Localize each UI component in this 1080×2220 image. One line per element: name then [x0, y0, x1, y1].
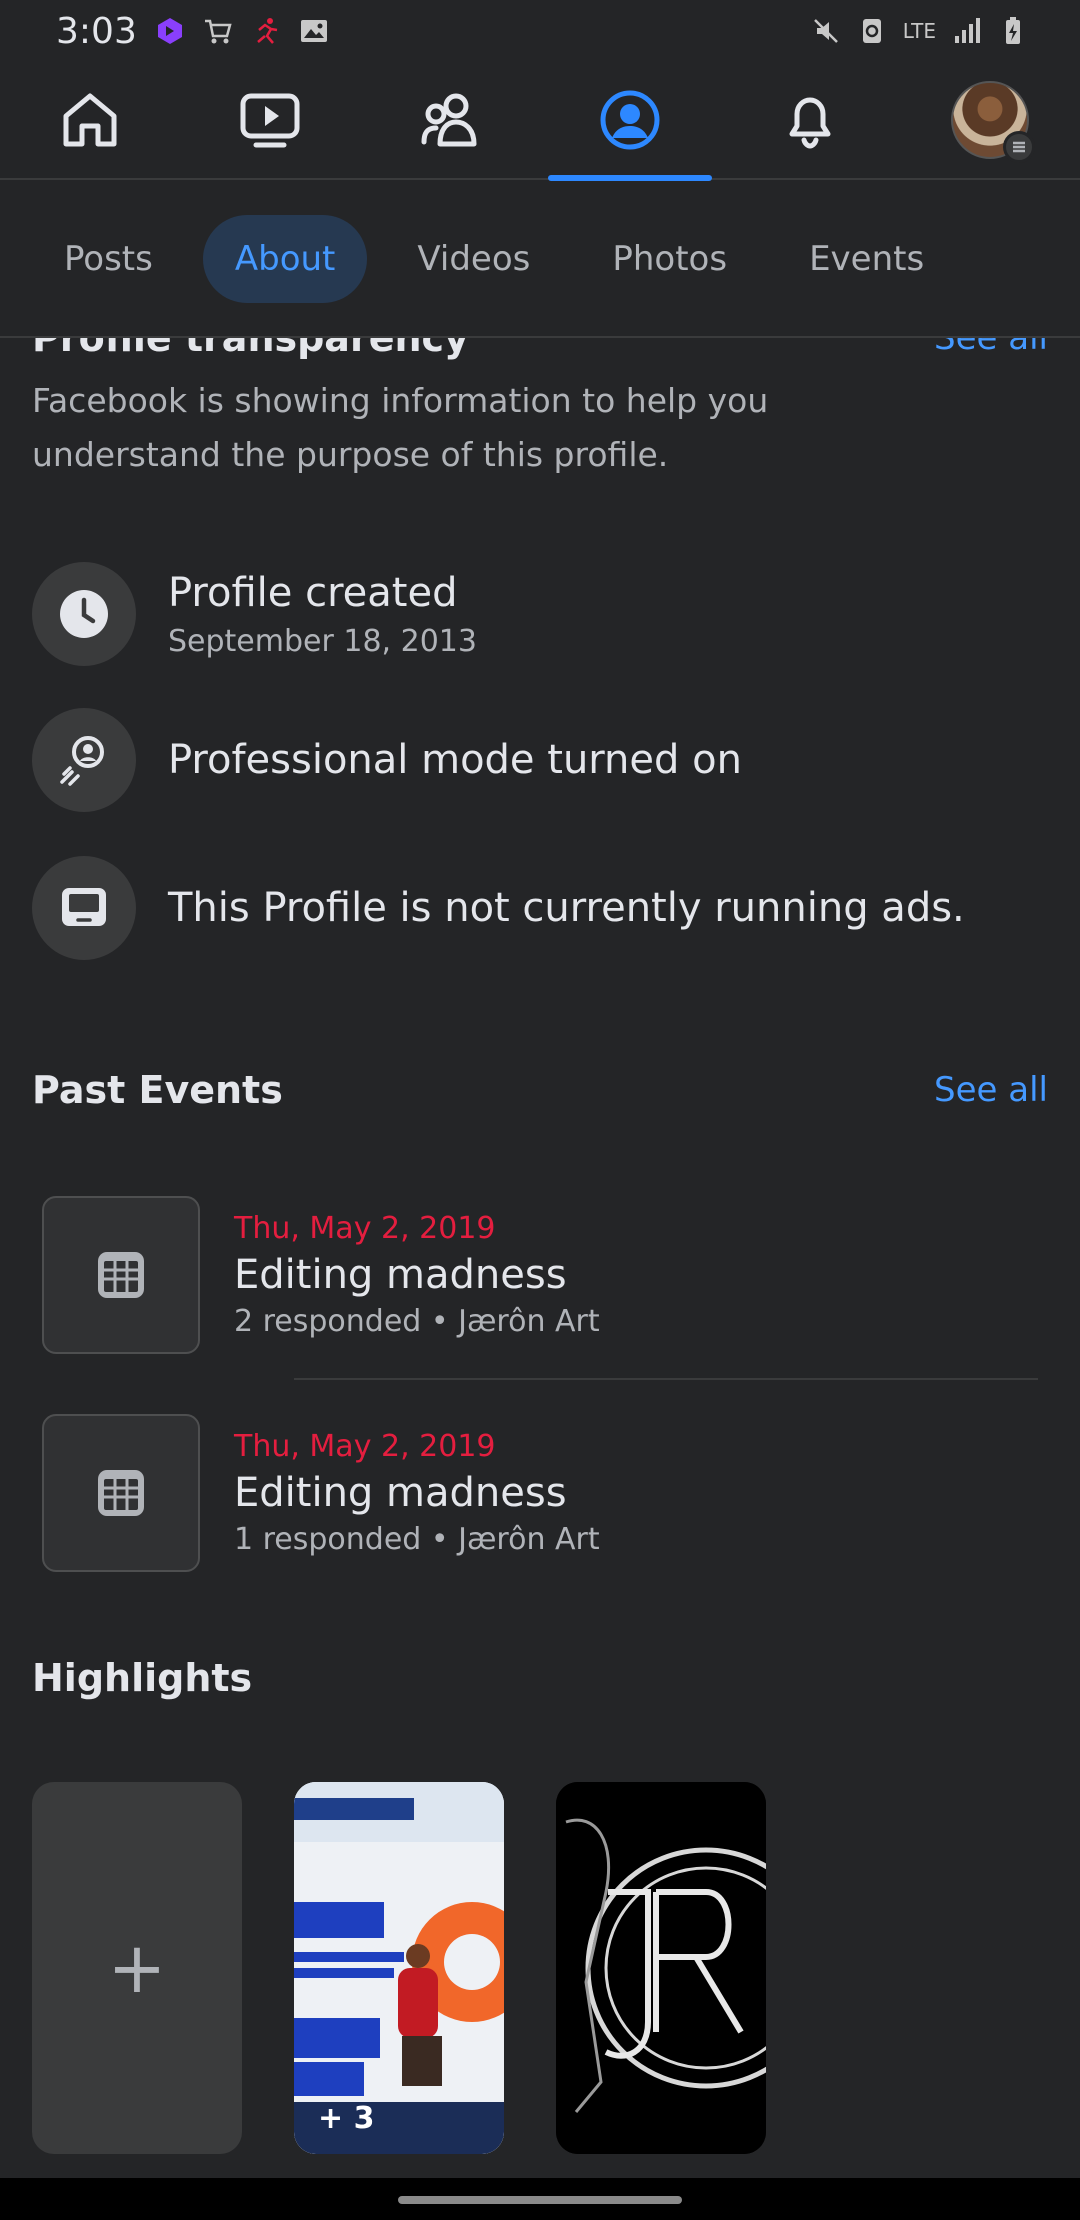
about-content: Profile transparency See all Facebook is…: [0, 338, 1080, 2178]
event-date: Thu, May 2, 2019: [234, 1429, 496, 1464]
nav-home[interactable]: [8, 61, 172, 179]
info-main-text: Profile created: [168, 569, 458, 616]
info-main-text: Professional mode turned on: [168, 737, 742, 783]
notification-app-icon: [157, 18, 182, 44]
event-meta: 1 responded • Jærôn Art: [234, 1522, 600, 1557]
highlight-featured-card[interactable]: [556, 1782, 766, 2154]
event-details: Thu, May 2, 2019 Editing madness 2 respo…: [234, 1211, 600, 1339]
transparency-header: Profile transparency See all: [32, 338, 1048, 360]
network-label: LTE: [902, 19, 936, 43]
info-row-professional-mode: Professional mode turned on: [32, 708, 742, 812]
transparency-description: Facebook is showing information to help …: [32, 381, 769, 474]
info-row-ads: This Profile is not currently running ad…: [32, 856, 965, 960]
info-main-text: This Profile is not currently running ad…: [168, 885, 965, 931]
tab-photos[interactable]: Photos: [580, 215, 759, 303]
nav-friends[interactable]: [368, 61, 532, 179]
event-title: Editing madness: [234, 1470, 567, 1516]
home-icon: [63, 93, 117, 147]
recycle-icon: [862, 19, 881, 43]
status-right: LTE: [811, 16, 1028, 46]
highlights-title: Highlights: [32, 1656, 253, 1700]
system-gesture-bar: [0, 2178, 1080, 2220]
status-time: 3:03: [56, 10, 137, 52]
video-icon: [240, 93, 300, 148]
highlight-collection-card[interactable]: + 3: [294, 1782, 504, 2154]
calendar-icon: [42, 1196, 200, 1354]
bell-icon: [789, 97, 831, 149]
event-details: Thu, May 2, 2019 Editing madness 1 respo…: [234, 1429, 600, 1557]
profile-tabs: Posts About Videos Photos Events: [0, 182, 1080, 338]
past-events-see-all-link[interactable]: See all: [934, 1070, 1048, 1110]
event-title: Editing madness: [234, 1252, 567, 1298]
info-row-profile-created: Profile created September 18, 2013: [32, 562, 477, 666]
mute-icon: [813, 19, 838, 43]
status-bar: 3:03 LTE: [0, 0, 1080, 62]
nav-profile[interactable]: [548, 61, 712, 181]
tab-about[interactable]: About: [202, 215, 368, 303]
running-icon: [257, 18, 278, 44]
top-navigation: [0, 61, 1080, 181]
cart-icon: [204, 19, 232, 44]
signal-icon: [955, 18, 980, 43]
home-gesture-handle[interactable]: [398, 2196, 682, 2204]
calendar-icon: [42, 1414, 200, 1572]
clock-icon: [32, 562, 136, 666]
battery-icon: [1006, 17, 1020, 44]
tab-videos[interactable]: Videos: [385, 215, 562, 303]
professional-mode-icon: [32, 708, 136, 812]
profile-icon: [600, 90, 660, 150]
nav-video[interactable]: [188, 61, 352, 179]
event-date: Thu, May 2, 2019: [234, 1211, 496, 1246]
menu-icon: [1003, 131, 1035, 163]
plus-icon: +: [107, 1927, 167, 2009]
info-sub-text: September 18, 2013: [168, 623, 477, 659]
past-events-header: Past Events See all: [32, 1068, 1048, 1112]
nav-menu[interactable]: [908, 61, 1072, 179]
nav-notifications[interactable]: [728, 61, 892, 179]
new-highlight-button[interactable]: +: [32, 1782, 242, 2154]
highlight-collection-thumbnail: [294, 1782, 504, 2154]
transparency-see-all-link[interactable]: See all: [934, 338, 1048, 358]
image-icon: [300, 20, 327, 42]
event-item[interactable]: Thu, May 2, 2019 Editing madness 2 respo…: [42, 1196, 600, 1354]
transparency-title: Profile transparency: [32, 338, 469, 360]
event-meta: 2 responded • Jærôn Art: [234, 1304, 600, 1339]
tab-events[interactable]: Events: [777, 215, 956, 303]
jr-art-logo-thumbnail: [556, 1782, 766, 2154]
event-divider: [294, 1378, 1038, 1380]
tab-posts[interactable]: Posts: [32, 215, 185, 303]
status-left: 3:03: [56, 11, 329, 52]
highlight-labels-cropped: [0, 2166, 1080, 2178]
avatar-wrapper: [951, 81, 1035, 163]
event-item[interactable]: Thu, May 2, 2019 Editing madness 1 respo…: [42, 1414, 600, 1572]
past-events-title: Past Events: [32, 1068, 283, 1112]
friends-icon: [421, 93, 477, 147]
highlight-count: + 3: [318, 2101, 375, 2136]
ads-monitor-icon: [32, 856, 136, 960]
info-text-profile-created: Profile created September 18, 2013: [168, 570, 477, 659]
